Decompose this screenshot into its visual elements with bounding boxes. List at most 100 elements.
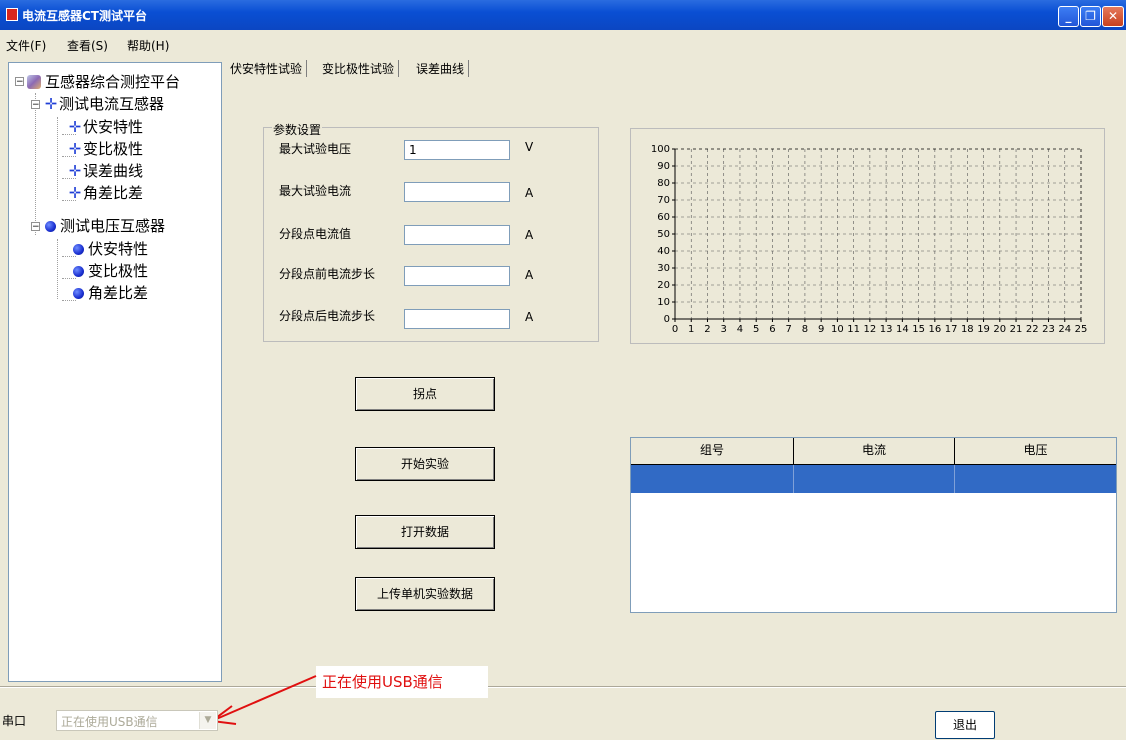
app-icon [6,8,18,21]
x-tick-label: 16 [928,324,941,335]
upload-data-button[interactable]: 上传单机实验数据 [355,577,495,611]
tree-view[interactable]: − 互感器综合测控平台 − ✛ 测试电流互感器 ✛ 伏安特性 ✛ 变比极性 ✛ 误差曲线… [8,62,222,682]
step-after-label: 分段点后电流步长 [279,309,376,323]
step-before-label: 分段点前电流步长 [279,267,376,281]
max-current-label: 最大试验电流 [279,184,352,198]
x-tick-label: 24 [1058,324,1071,335]
chart-svg: 0 1 2 3 4 5 6 7 8 9 10 11 12 13 14 15 16 17 18 19 20 21 22 23 24… [651,144,1088,335]
tree-item-ct-va[interactable]: ✛ 伏安特性 [67,116,143,137]
x-tick-label: 9 [818,324,824,335]
serial-port-select[interactable]: 正在使用USB通信 ▼ [56,710,218,731]
tree-item-pt-va[interactable]: 伏安特性 [71,238,148,259]
y-tick-label: 90 [657,161,670,172]
data-table[interactable]: 组号 电流 电压 [630,437,1117,613]
y-tick-label: 80 [657,178,670,189]
crosshair-icon: ✛ [44,95,58,113]
menu-help[interactable]: 帮助(H) [127,37,169,54]
x-tick-label: 15 [912,324,925,335]
x-tick-label: 20 [993,324,1006,335]
x-tick-label: 6 [769,324,775,335]
step-before-unit: A [525,268,534,282]
maximize-button[interactable]: ❐ [1080,6,1101,27]
tree-root[interactable]: 互感器综合测控平台 [27,71,180,92]
segment-current-unit: A [525,228,534,242]
table-cell[interactable] [631,465,794,493]
tree-item-ct-ratio[interactable]: ✛ 变比极性 [67,138,143,159]
x-tick-label: 13 [880,324,893,335]
tree-group-ct[interactable]: ✛ 测试电流互感器 [43,93,164,114]
red-arrow-icon [209,675,317,725]
serial-port-value: 正在使用USB通信 [61,715,158,729]
menu-file[interactable]: 文件(F) [6,37,46,54]
table-row[interactable] [631,465,1116,493]
step-after-unit: A [525,310,534,324]
step-before-input[interactable] [404,266,510,286]
y-tick-label: 50 [657,229,670,240]
y-tick-label: 10 [657,297,670,308]
x-tick-label: 14 [896,324,909,335]
window-title: 电流互感器CT测试平台 [22,9,147,23]
crosshair-icon: ✛ [68,162,82,180]
x-tick-label: 7 [785,324,791,335]
menu-view[interactable]: 查看(S) [67,37,108,54]
x-tick-label: 5 [753,324,759,335]
x-tick-label: 10 [831,324,844,335]
x-tick-label: 8 [802,324,808,335]
bottom-separator [0,686,1126,688]
tab-va-test[interactable]: 伏安特性试验 [230,60,308,77]
knee-point-button[interactable]: 拐点 [355,377,495,411]
collapse-icon[interactable]: − [31,222,40,232]
x-tick-label: 18 [961,324,974,335]
y-tick-label: 20 [657,280,670,291]
y-tick-label: 30 [657,263,670,274]
x-tick-label: 22 [1026,324,1039,335]
x-tick-label: 11 [847,324,860,335]
x-tick-label: 12 [864,324,877,335]
va-chart: 0 1 2 3 4 5 6 7 8 9 10 11 12 13 14 15 16 17 18 19 20 21 22 23 24… [630,128,1105,344]
table-cell[interactable] [955,465,1116,493]
segment-current-label: 分段点电流值 [279,227,352,241]
tab-error-curve[interactable]: 误差曲线 [416,60,470,77]
step-after-input[interactable] [404,309,510,329]
x-tick-label: 23 [1042,324,1055,335]
y-tick-label: 70 [657,195,670,206]
max-current-input[interactable] [404,182,510,202]
x-tick-label: 17 [945,324,958,335]
ball-icon [73,244,84,255]
max-current-unit: A [525,186,534,200]
platform-icon [27,75,41,89]
tree-item-ct-angle[interactable]: ✛ 角差比差 [67,182,143,203]
exit-button[interactable]: 退出 [935,711,995,739]
tree-item-pt-angle[interactable]: 角差比差 [71,282,148,303]
y-tick-label: 0 [664,314,670,325]
y-tick-label: 40 [657,246,670,257]
menu-bar: 文件(F) 查看(S) 帮助(H) [0,34,1126,54]
y-tick-label: 60 [657,212,670,223]
x-tick-label: 21 [1010,324,1023,335]
max-voltage-label: 最大试验电压 [279,142,352,156]
col-header-voltage[interactable]: 电压 [955,438,1116,465]
x-tick-label: 25 [1075,324,1088,335]
y-tick-label: 100 [651,144,670,155]
close-button[interactable]: ✕ [1102,6,1124,27]
col-header-current[interactable]: 电流 [794,438,955,465]
ball-icon [73,266,84,277]
col-header-group[interactable]: 组号 [631,438,794,465]
max-voltage-input[interactable] [404,140,510,160]
tree-item-pt-ratio[interactable]: 变比极性 [71,260,148,281]
table-cell[interactable] [794,465,955,493]
dropdown-arrow-icon[interactable]: ▼ [199,712,216,729]
segment-current-input[interactable] [404,225,510,245]
minimize-button[interactable]: _ [1058,6,1079,27]
tree-group-pt[interactable]: 测试电压互感器 [43,215,165,236]
tree-item-ct-error[interactable]: ✛ 误差曲线 [67,160,143,181]
tab-ratio-test[interactable]: 变比极性试验 [322,60,400,77]
collapse-icon[interactable]: − [15,77,24,87]
serial-port-label: 串口 [2,714,27,728]
crosshair-icon: ✛ [68,118,82,136]
start-test-button[interactable]: 开始实验 [355,447,495,481]
collapse-icon[interactable]: − [31,100,40,110]
usb-callout: 正在使用USB通信 [316,666,488,698]
x-tick-label: 1 [688,324,694,335]
open-data-button[interactable]: 打开数据 [355,515,495,549]
